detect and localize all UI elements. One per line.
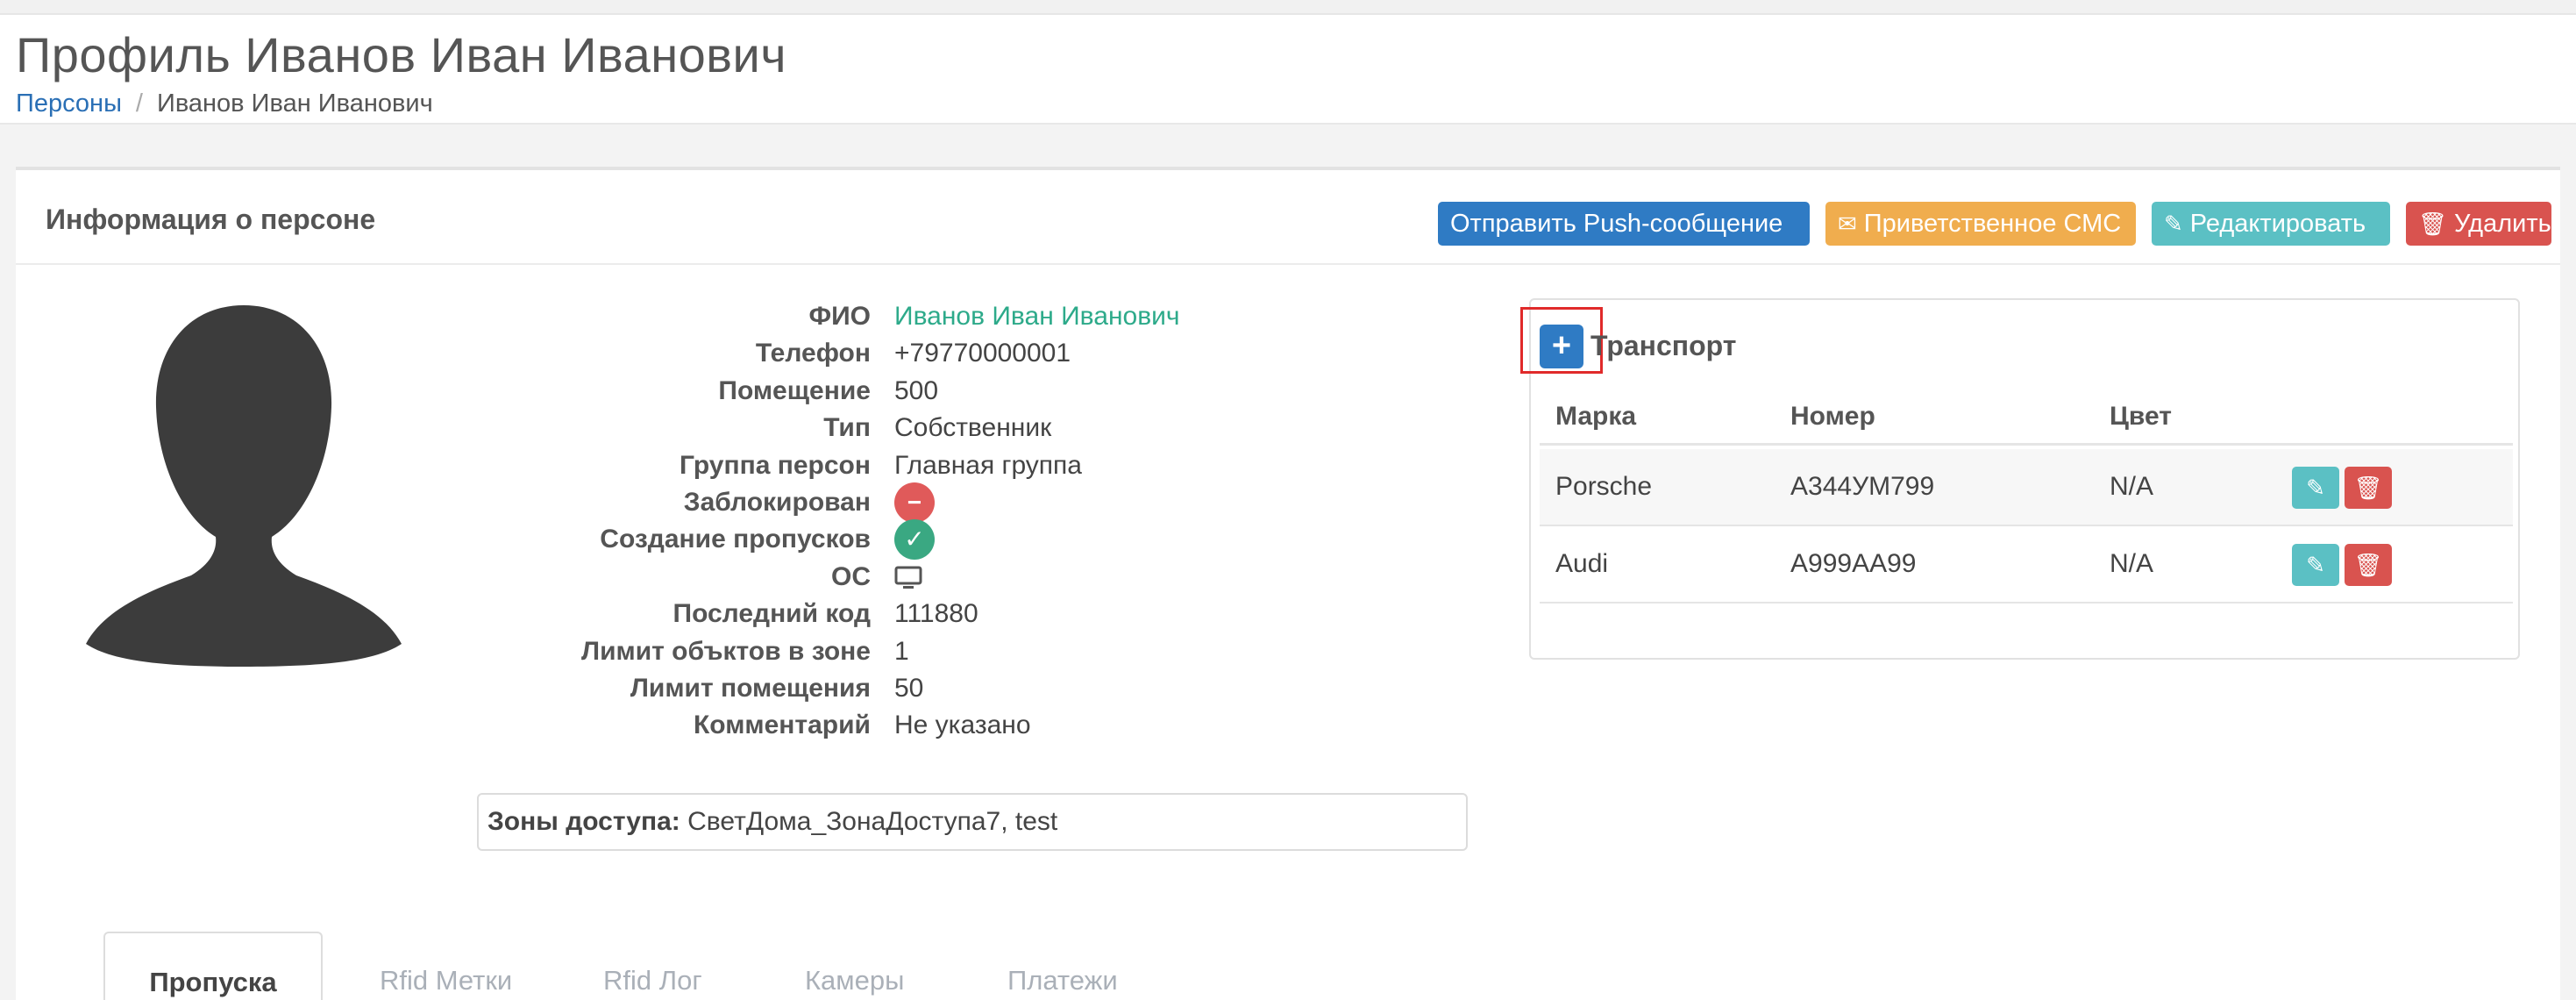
field-label: Комментарий bbox=[693, 711, 871, 740]
field-row-zone-limit: Лимит объктов в зоне 1 bbox=[366, 633, 1506, 670]
edit-button[interactable]: ✎ Редактировать bbox=[2152, 202, 2390, 246]
cell-number: А999АА99 bbox=[1790, 549, 1917, 578]
access-zones-label: Зоны доступа: bbox=[487, 807, 680, 836]
top-bar bbox=[0, 0, 2576, 15]
transport-table-header: Марка Номер Цвет bbox=[1540, 395, 2513, 446]
table-row: Porsche А344УМ799 N/A ✎ 🗑 bbox=[1540, 449, 2513, 526]
avatar-icon bbox=[86, 305, 402, 667]
transport-panel: + Транспорт Марка Номер Цвет Porsche А34… bbox=[1520, 298, 2520, 660]
field-row-fio: ФИО Иванов Иван Иванович bbox=[366, 298, 1506, 335]
field-label: ОС bbox=[831, 561, 871, 591]
field-row-passes: Создание пропусков ✓ bbox=[366, 519, 1506, 561]
field-label: Последний код bbox=[672, 599, 872, 629]
check-circle-icon: ✓ bbox=[894, 519, 935, 561]
tab-cameras[interactable]: Камеры bbox=[805, 932, 904, 1000]
edit-label: Редактировать bbox=[2189, 210, 2366, 238]
add-transport-button[interactable]: + bbox=[1540, 325, 1583, 368]
field-value: +79770000001 bbox=[894, 339, 1071, 368]
access-zones-value: СветДома_ЗонаДоступа7, test bbox=[687, 807, 1058, 836]
fio-link[interactable]: Иванов Иван Иванович bbox=[894, 298, 1180, 335]
column-header-brand: Марка bbox=[1555, 402, 1637, 431]
table-row: Audi А999АА99 N/A ✎ 🗑 bbox=[1540, 526, 2513, 604]
field-value: 50 bbox=[894, 673, 924, 703]
envelope-icon: ✉ bbox=[1838, 211, 1857, 237]
person-details: ФИО Иванов Иван Иванович Телефон +797700… bbox=[366, 298, 1506, 745]
access-zones-box: Зоны доступа: СветДома_ЗонаДоступа7, tes… bbox=[477, 793, 1468, 851]
column-header-color: Цвет bbox=[2110, 402, 2172, 431]
field-row-phone: Телефон +79770000001 bbox=[366, 335, 1506, 372]
field-value: − bbox=[894, 482, 935, 523]
field-value: ✓ bbox=[894, 519, 935, 561]
field-label: Лимит объктов в зоне bbox=[581, 636, 871, 666]
field-label: Заблокирован bbox=[683, 487, 871, 517]
transport-title: Транспорт bbox=[1590, 330, 1737, 361]
desktop-icon bbox=[894, 566, 922, 589]
trash-icon: 🗑 bbox=[2353, 475, 2383, 501]
tab-payments[interactable]: Платежи bbox=[1007, 932, 1118, 1000]
field-row-room-limit: Лимит помещения 50 bbox=[366, 670, 1506, 707]
minus-circle-icon: − bbox=[894, 482, 935, 523]
welcome-sms-label: Приветственное СМС bbox=[1863, 210, 2122, 238]
field-value: Собственник bbox=[894, 413, 1052, 443]
breadcrumb-current: Иванов Иван Иванович bbox=[156, 89, 433, 118]
field-row-os: ОС bbox=[366, 559, 1506, 596]
field-value: 1 bbox=[894, 636, 909, 666]
field-label: Тип bbox=[823, 413, 871, 443]
field-label: Телефон bbox=[755, 339, 871, 368]
field-value: Главная группа bbox=[894, 450, 1082, 480]
tab-rfid-tags[interactable]: Rfid Метки bbox=[380, 932, 512, 1000]
welcome-sms-button[interactable]: ✉ Приветственное СМС bbox=[1825, 202, 2136, 246]
field-row-group: Группа персон Главная группа bbox=[366, 447, 1506, 484]
send-push-label: Отправить Push-сообщение bbox=[1450, 210, 1783, 238]
cell-color: N/A bbox=[2110, 549, 2154, 578]
field-value bbox=[894, 559, 922, 596]
field-row-type: Тип Собственник bbox=[366, 410, 1506, 446]
person-info-panel: Информация о персоне Отправить Push-сооб… bbox=[16, 167, 2560, 1000]
breadcrumb: Персоны / Иванов Иван Иванович bbox=[16, 89, 433, 118]
tab-bar: Пропуска Rfid Метки Rfid Лог Камеры Плат… bbox=[86, 932, 2541, 1000]
field-label: Создание пропусков bbox=[600, 525, 871, 554]
field-label: Помещение bbox=[718, 375, 871, 405]
field-row-last-code: Последний код 111880 bbox=[366, 596, 1506, 632]
delete-label: Удалить bbox=[2454, 210, 2551, 238]
tab-rfid-log[interactable]: Rfid Лог bbox=[603, 932, 702, 1000]
cell-number: А344УМ799 bbox=[1790, 472, 1935, 501]
panel-header: Информация о персоне Отправить Push-сооб… bbox=[16, 170, 2560, 265]
cell-brand: Porsche bbox=[1555, 472, 1653, 501]
edit-icon: ✎ bbox=[2306, 552, 2325, 578]
edit-icon: ✎ bbox=[2164, 211, 2183, 237]
cell-color: N/A bbox=[2110, 472, 2154, 501]
field-row-comment: Комментарий Не указано bbox=[366, 707, 1506, 744]
field-label: Лимит помещения bbox=[630, 673, 871, 703]
field-label: Группа персон bbox=[680, 450, 871, 480]
edit-row-button[interactable]: ✎ bbox=[2292, 467, 2339, 509]
delete-row-button[interactable]: 🗑 bbox=[2345, 544, 2392, 586]
delete-button[interactable]: 🗑 Удалить bbox=[2406, 202, 2551, 246]
page-title: Профиль Иванов Иван Иванович bbox=[16, 27, 786, 82]
tab-passes[interactable]: Пропуска bbox=[103, 932, 323, 1000]
cell-brand: Audi bbox=[1555, 549, 1609, 578]
field-row-room: Помещение 500 bbox=[366, 373, 1506, 410]
edit-icon: ✎ bbox=[2306, 475, 2325, 501]
panel-title: Информация о персоне bbox=[46, 204, 376, 235]
field-value: 111880 bbox=[894, 599, 978, 629]
send-push-button[interactable]: Отправить Push-сообщение bbox=[1438, 202, 1810, 246]
field-row-blocked: Заблокирован − bbox=[366, 482, 1506, 523]
breadcrumb-link-persons[interactable]: Персоны bbox=[16, 89, 122, 118]
edit-row-button[interactable]: ✎ bbox=[2292, 544, 2339, 586]
field-value: 500 bbox=[894, 375, 939, 405]
trash-icon: 🗑 bbox=[2418, 211, 2448, 237]
delete-row-button[interactable]: 🗑 bbox=[2345, 467, 2392, 509]
breadcrumb-separator: / bbox=[135, 89, 143, 118]
column-header-number: Номер bbox=[1790, 402, 1875, 431]
trash-icon: 🗑 bbox=[2353, 552, 2383, 578]
field-value: Не указано bbox=[894, 711, 1031, 740]
field-label: ФИО bbox=[808, 302, 871, 331]
